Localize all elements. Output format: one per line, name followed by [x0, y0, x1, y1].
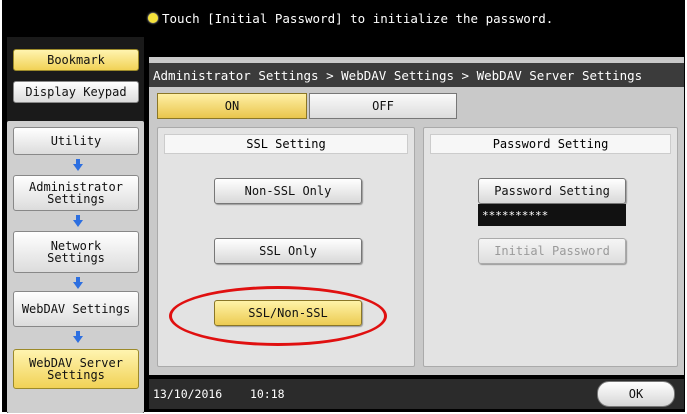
password-setting-card: Password Setting Password Setting ******… [423, 127, 678, 367]
message-text: Touch [Initial Password] to initialize t… [162, 10, 554, 26]
off-button[interactable]: OFF [309, 93, 457, 119]
utility-button[interactable]: Utility [13, 127, 139, 155]
arrow-down-icon [73, 331, 83, 343]
date-text: 13/10/2016 [153, 387, 223, 401]
on-button[interactable]: ON [157, 93, 307, 119]
password-setting-title: Password Setting [430, 134, 671, 154]
arrow-down-icon [73, 215, 83, 227]
lightbulb-icon [148, 13, 158, 23]
network-settings-button[interactable]: Network Settings [13, 231, 139, 273]
datetime: 13/10/2016 10:18 [153, 387, 285, 401]
utility-navigation: Utility Administrator Settings Network S… [7, 121, 144, 413]
non-ssl-only-button[interactable]: Non-SSL Only [214, 178, 362, 204]
initial-password-button[interactable]: Initial Password [478, 238, 626, 264]
bookmark-button[interactable]: Bookmark [13, 49, 139, 71]
ssl-setting-title: SSL Setting [164, 134, 408, 154]
password-setting-button[interactable]: Password Setting [478, 178, 626, 204]
device-screen: Touch [Initial Password] to initialize t… [2, 0, 685, 413]
webdav-settings-button[interactable]: WebDAV Settings [13, 291, 139, 327]
main-panel: Administrator Settings > WebDAV Settings… [149, 57, 684, 375]
ssl-non-ssl-button[interactable]: SSL/Non-SSL [214, 300, 362, 326]
ok-button[interactable]: OK [597, 381, 675, 407]
time-text: 10:18 [249, 387, 285, 401]
webdav-server-settings-button[interactable]: WebDAV Server Settings [13, 349, 139, 389]
message-bar: Touch [Initial Password] to initialize t… [148, 7, 678, 29]
arrow-down-icon [73, 277, 83, 289]
password-field: ********** [478, 204, 626, 226]
ssl-only-button[interactable]: SSL Only [214, 238, 362, 264]
display-keypad-button[interactable]: Display Keypad [13, 81, 139, 103]
breadcrumb: Administrator Settings > WebDAV Settings… [149, 63, 684, 87]
arrow-down-icon [73, 159, 83, 171]
ssl-setting-card: SSL Setting Non-SSL Only SSL Only SSL/No… [157, 127, 415, 367]
administrator-settings-button[interactable]: Administrator Settings [13, 175, 139, 211]
footer-bar: 13/10/2016 10:18 OK [149, 379, 684, 409]
